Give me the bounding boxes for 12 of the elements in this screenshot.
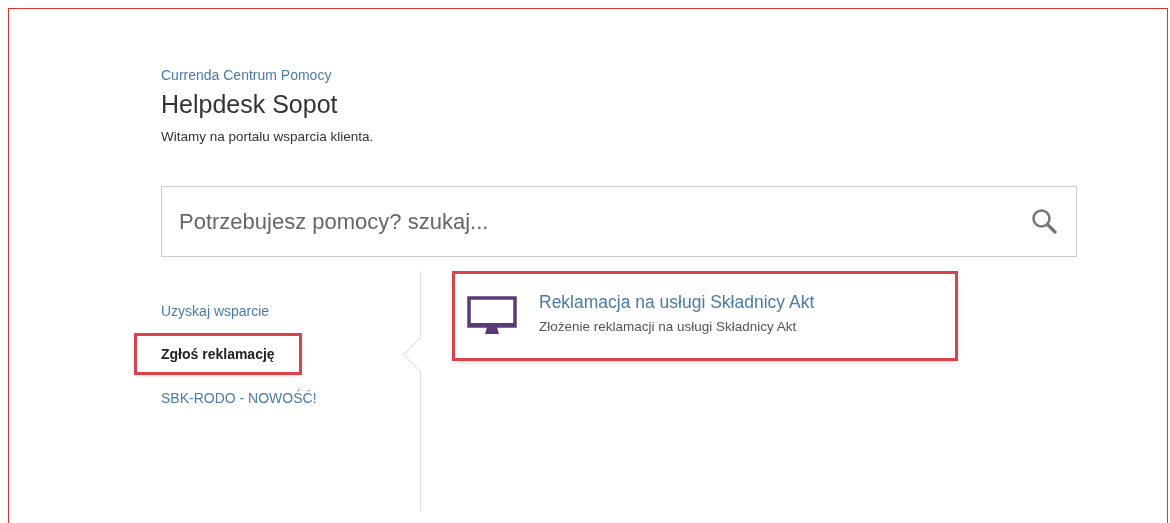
breadcrumb-link[interactable]: Currenda Centrum Pomocy xyxy=(161,67,332,83)
monitor-icon xyxy=(467,296,517,336)
welcome-text: Witamy na portalu wsparcia klienta. xyxy=(161,129,375,144)
request-type-description: Złożenie reklamacji na usługi Składnicy Akt xyxy=(539,319,798,334)
sidebar-item[interactable]: Zgłoś reklamację xyxy=(137,336,299,372)
search-icon[interactable] xyxy=(1031,208,1057,234)
request-type-card[interactable]: Reklamacja na usługi Składnicy Akt Złożenie reklamacji na usługi Składnicy Akt xyxy=(455,274,955,358)
search-field[interactable]: Potrzebujesz pomocy? szukaj... xyxy=(161,186,1077,257)
page-title: Helpdesk Sopot xyxy=(161,90,339,119)
sidebar-item[interactable]: Uzyskaj wsparcie xyxy=(161,297,270,325)
request-type-link[interactable]: Reklamacja na usługi Składnicy Akt xyxy=(539,292,815,313)
sidebar-item[interactable]: SBK-RODO - NOWOŚĆ! xyxy=(161,384,317,412)
